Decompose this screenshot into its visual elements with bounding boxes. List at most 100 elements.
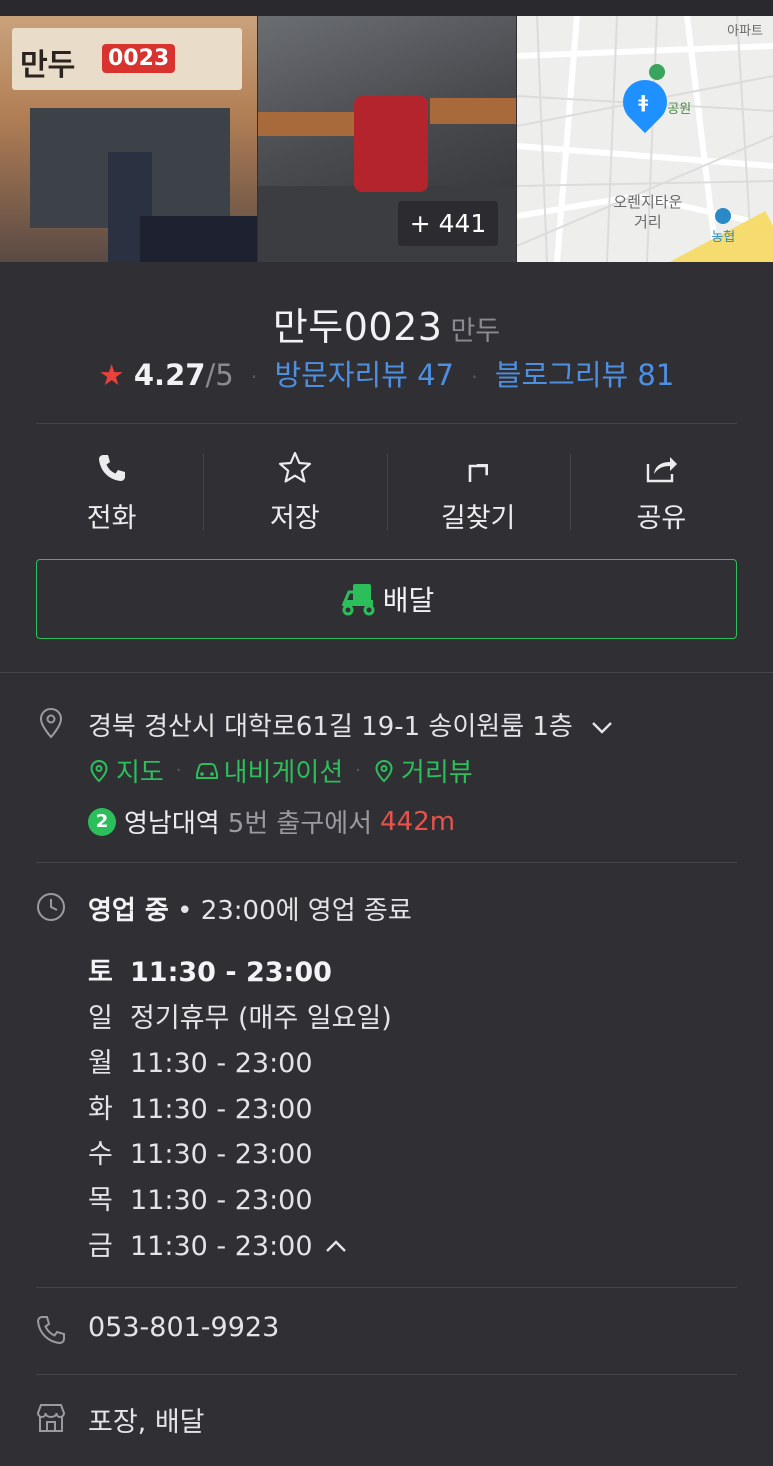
hours-time: 11:30 - 23:00 [130, 1184, 313, 1216]
divider [36, 1287, 737, 1288]
map-label-park: 공원 [667, 102, 692, 117]
storefront-lower-sign [140, 216, 257, 262]
clock-icon [37, 893, 65, 921]
save-label: 저장 [270, 503, 320, 534]
more-photos-count[interactable]: + 441 [397, 201, 499, 246]
separator-dot: · [175, 760, 182, 781]
map-thumbnail[interactable]: 아파트 ǂ 공원 오렌지타운 거리 농협 [517, 16, 773, 262]
share-button[interactable]: 공유 [569, 442, 753, 538]
hours-row: 목 11:30 - 23:00 [88, 1178, 392, 1224]
directions-label: 길찾기 [440, 503, 516, 534]
place-title-row: 만두0023 만두 [0, 296, 773, 351]
place-meta-row: ★ 4.27/5 · 방문자리뷰 47 · 블로그리뷰 81 [0, 352, 773, 394]
hours-day: 토 [88, 957, 113, 988]
street-view-link[interactable]: 거리뷰 [373, 752, 473, 789]
photo-gallery[interactable]: 만두 0023 + 441 아파트 ǂ 공원 오렌지타운 거리 농협 [0, 16, 773, 262]
share-label: 공유 [636, 503, 687, 534]
hours-row-today: 토 11:30 - 23:00 [88, 950, 392, 996]
directions-icon [468, 463, 489, 482]
section-divider [0, 672, 773, 673]
call-label: 전화 [86, 503, 137, 534]
subway-distance: 442m [380, 806, 456, 837]
phone-icon [98, 455, 125, 481]
street-view-link-label: 거리뷰 [400, 758, 473, 788]
subway-line-badge: 2 [88, 807, 116, 836]
hours-row: 화 11:30 - 23:00 [88, 1087, 392, 1133]
hours-day: 월 [88, 1048, 113, 1080]
map-pin-icon [90, 759, 108, 782]
separator-dot: · [471, 365, 478, 389]
interior-chair [353, 96, 428, 192]
rating-value: 4.27 [133, 358, 206, 392]
divider [36, 862, 737, 863]
fork-knife-icon: ǂ [638, 92, 649, 113]
hours-row: 수 11:30 - 23:00 [88, 1132, 392, 1178]
save-button[interactable]: 저장 [203, 442, 386, 538]
divider [36, 423, 737, 424]
hours-row: 월 11:30 - 23:00 [88, 1041, 392, 1087]
address-row[interactable]: 경북 경산시 대학로61길 19-1 송이원룸 1층 [88, 706, 613, 743]
hours-time: 11:30 - 23:00 [130, 1093, 313, 1125]
rating-max: /5 [205, 358, 234, 392]
hours-day: 수 [88, 1139, 113, 1171]
navigation-link-label: 내비게이션 [223, 758, 344, 788]
action-bar: 전화 저장 길찾기 공유 [20, 442, 753, 538]
map-label-place: 오렌지타운 거리 [613, 193, 683, 231]
hours-time: 11:30 - 23:00 [130, 1048, 313, 1080]
delivery-scooter-icon [341, 584, 375, 616]
place-category: 만두 [450, 316, 501, 347]
hours-day: 목 [88, 1184, 113, 1216]
map-link-label: 지도 [116, 758, 164, 788]
map-label-bank: 농협 [711, 230, 736, 245]
subway-info: 2 영남대역 5번 출구에서 442m [88, 803, 455, 840]
hours-list: 토 11:30 - 23:00 일 정기휴무 (매주 일요일) 월 11:30 … [88, 950, 392, 1269]
hours-row: 금 11:30 - 23:00 [88, 1224, 392, 1270]
map-link[interactable]: 지도 [88, 752, 164, 789]
delivery-button[interactable]: 배달 [36, 559, 737, 639]
share-icon [647, 457, 678, 483]
close-time-info: 23:00에 영업 종료 [200, 896, 412, 926]
interior-table [429, 98, 517, 124]
address-text: 경북 경산시 대학로61길 19-1 송이원룸 1층 [88, 712, 573, 742]
blog-reviews-link[interactable]: 블로그리뷰 81 [495, 358, 675, 392]
hours-time: 11:30 - 23:00 [130, 957, 332, 988]
hours-time: 11:30 - 23:00 [130, 1139, 313, 1171]
hours-day: 금 [88, 1230, 113, 1262]
interior-table [257, 112, 356, 136]
visitor-reviews-link[interactable]: 방문자리뷰 47 [274, 358, 454, 392]
storefront-badge: 0023 [102, 44, 176, 73]
chevron-down-icon[interactable] [591, 721, 613, 735]
star-filled-icon: ★ [98, 358, 125, 392]
hours-day: 화 [88, 1093, 113, 1125]
map-label-apartment: 아파트 [727, 24, 764, 39]
status-strip [0, 0, 773, 16]
subway-exit: 5번 출구에서 [227, 809, 373, 839]
hours-time: 11:30 - 23:00 [130, 1230, 313, 1262]
store-icon [36, 1404, 66, 1432]
service-options: 포장, 배달 [88, 1407, 205, 1438]
star-outline-icon [278, 451, 311, 483]
hours-time: 정기휴무 (매주 일요일) [130, 1002, 392, 1034]
phone-outline-icon [36, 1316, 65, 1345]
subway-station: 영남대역 [124, 809, 220, 839]
directions-button[interactable]: 길찾기 [386, 442, 570, 538]
separator-dot: · [355, 760, 361, 781]
street-view-pin-icon [375, 759, 393, 782]
hours-day: 일 [88, 1002, 113, 1034]
place-name: 만두0023 [272, 305, 443, 349]
interior-photo[interactable]: + 441 [257, 16, 517, 262]
hours-row: 일 정기휴무 (매주 일요일) [88, 996, 392, 1042]
location-pin-icon [39, 707, 63, 739]
delivery-label: 배달 [382, 584, 435, 617]
divider [36, 1374, 737, 1375]
close-time-sep: • [177, 896, 201, 926]
storefront-photo[interactable]: 만두 0023 [0, 16, 257, 262]
chevron-up-icon[interactable] [325, 1239, 347, 1253]
navigation-link[interactable]: 내비게이션 [194, 752, 344, 789]
open-status: 영업 중 [88, 896, 169, 926]
business-status: 영업 중 • 23:00에 영업 종료 [88, 890, 412, 927]
call-button[interactable]: 전화 [20, 442, 203, 538]
phone-number[interactable]: 053-801-9923 [88, 1312, 279, 1343]
separator-dot: · [250, 365, 258, 389]
map-links-row: 지도 · 내비게이션 · 거리뷰 [88, 752, 473, 789]
